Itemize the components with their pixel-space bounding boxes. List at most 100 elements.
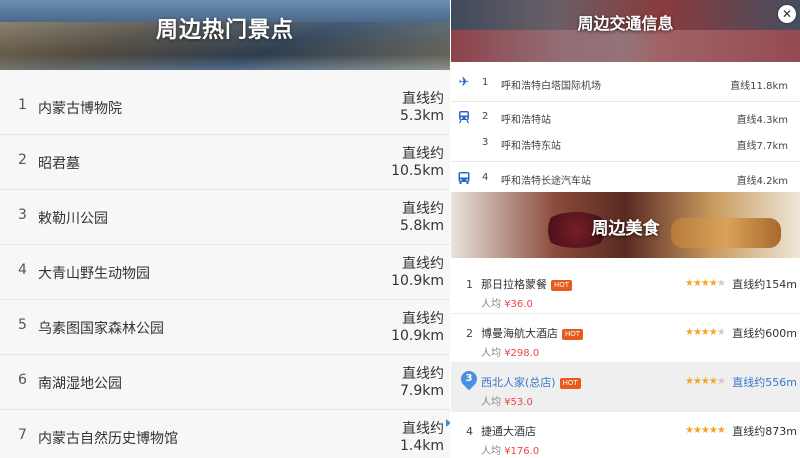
food-title: 周边美食 [591,219,660,239]
price-prefix: 人均 [481,299,501,310]
price-value: ¥36.0 [504,299,533,310]
distance-label: 直线约 [402,91,444,107]
restaurant-name-wrap[interactable]: 捷通大酒店 [481,423,536,439]
restaurant-row-selected[interactable]: 3 西北人家(总店) HOT 人均 ¥53.0 ★★★★★ 直线约556m [451,363,800,412]
attraction-distance: 5.3km [399,108,444,124]
restaurant-number: 1 [466,278,473,291]
traffic-name[interactable]: 呼和浩特站 [501,111,551,126]
distance-label: 直线约 [402,311,444,327]
traffic-distance: 直线4.2km [736,176,788,187]
rating-stars: ★★★★★ [685,327,726,338]
traffic-header: 周边交通信息 [451,0,800,62]
distance-label: 直线约 [402,421,444,437]
attraction-row[interactable]: 2 昭君墓 直线约 10.5km [0,135,450,190]
distance-label: 直线约 [402,146,444,162]
attraction-distance: 7.9km [399,383,444,399]
price-value: ¥53.0 [504,397,533,408]
traffic-name[interactable]: 呼和浩特长途汽车站 [501,172,591,187]
distance-label: 直线约 [402,366,444,382]
restaurant-row[interactable]: 2 博曼海航大酒店 HOT 人均 ¥298.0 ★★★★★ 直线约600m [451,314,800,363]
price-prefix: 人均 [481,446,501,457]
traffic-name[interactable]: 呼和浩特白塔国际机场 [501,77,601,92]
pin-number: 3 [465,373,473,384]
attraction-row[interactable]: 6 南湖湿地公园 直线约 7.9km [0,355,450,410]
attractions-title: 周边热门景点 [155,18,294,43]
restaurant-name-wrap[interactable]: 那日拉格蒙餐 HOT [481,276,573,292]
restaurant-name-wrap[interactable]: 西北人家(总店) HOT [481,374,581,390]
attraction-number: 5 [18,317,27,333]
price-value: ¥298.0 [504,348,540,359]
restaurant-name[interactable]: 那日拉格蒙餐 [481,278,547,291]
attraction-row[interactable]: 3 敕勒川公园 直线约 5.8km [0,190,450,245]
food-header: 周边美食 [451,192,800,258]
attraction-number: 2 [18,152,27,168]
price-prefix: 人均 [481,348,501,359]
attraction-name[interactable]: 南湖湿地公园 [38,373,122,393]
attractions-header: 周边热门景点 [0,0,450,70]
restaurant-price: 人均 ¥53.0 [481,393,533,408]
airplane-icon: ✈ [458,75,470,90]
traffic-number: 4 [482,172,489,183]
traffic-distance: 直线4.3km [736,115,788,126]
attraction-row[interactable]: 4 大青山野生动物园 直线约 10.9km [0,245,450,300]
attraction-name[interactable]: 内蒙古自然历史博物馆 [38,428,178,448]
rating-stars: ★★★★★ [685,278,726,289]
train-icon [457,110,471,124]
restaurant-distance: 直线约556m [732,376,797,389]
restaurant-price: 人均 ¥176.0 [481,442,539,457]
hot-badge: HOT [562,329,584,340]
divider [451,161,800,162]
restaurant-name[interactable]: 西北人家(总店) [481,376,556,389]
restaurant-row[interactable]: 1 那日拉格蒙餐 HOT 人均 ¥36.0 ★★★★★ 直线约154m [451,265,800,314]
attraction-row[interactable]: 1 内蒙古博物院 直线约 5.3km [0,80,450,135]
attraction-name[interactable]: 内蒙古博物院 [38,98,122,118]
close-button[interactable]: ✕ [778,5,796,23]
traffic-distance: 直线11.8km [730,81,788,92]
traffic-name[interactable]: 呼和浩特东站 [501,137,561,152]
restaurant-name-wrap[interactable]: 博曼海航大酒店 HOT [481,325,584,341]
attraction-row[interactable]: 5 乌素图国家森林公园 直线约 10.9km [0,300,450,355]
rating-stars: ★★★★★ [685,376,726,387]
attraction-name[interactable]: 大青山野生动物园 [38,263,150,283]
traffic-row[interactable]: 2 呼和浩特站 直线4.3km [451,105,800,131]
traffic-number: 1 [482,77,489,88]
header-street-image [451,30,800,62]
attraction-number: 4 [18,262,27,278]
restaurant-name[interactable]: 捷通大酒店 [481,425,536,438]
distance-label: 直线约 [402,201,444,217]
attraction-name[interactable]: 乌素图国家森林公园 [38,318,164,338]
restaurant-number: 4 [466,425,473,438]
restaurant-distance: 直线约154m [732,278,797,291]
traffic-number: 2 [482,111,489,122]
attraction-number: 3 [18,207,27,223]
traffic-number: 3 [482,137,489,148]
attraction-distance: 10.9km [391,328,444,344]
traffic-row[interactable]: 4 呼和浩特长途汽车站 直线4.2km [451,166,800,192]
traffic-row[interactable]: ✈ 1 呼和浩特白塔国际机场 直线11.8km [451,71,800,97]
restaurant-row[interactable]: 4 捷通大酒店 人均 ¥176.0 ★★★★★ 直线约873m [451,412,800,458]
restaurant-number: 2 [466,327,473,340]
restaurant-name[interactable]: 博曼海航大酒店 [481,327,558,340]
attraction-name[interactable]: 敕勒川公园 [38,208,108,228]
traffic-title: 周边交通信息 [577,14,674,33]
attraction-number: 1 [18,97,27,113]
hot-badge: HOT [551,280,573,291]
attraction-distance: 1.4km [399,438,444,454]
map-pin-icon: 3 [457,367,481,391]
distance-label: 直线约 [402,256,444,272]
bus-icon [457,171,471,185]
restaurant-price: 人均 ¥298.0 [481,344,539,359]
hot-badge: HOT [559,378,581,389]
info-panel: 周边交通信息 ✕ ✈ 1 呼和浩特白塔国际机场 直线11.8km 2 呼和浩特站… [451,0,800,458]
pointer-arrow-icon [446,419,450,427]
attraction-distance: 10.9km [391,273,444,289]
rating-stars: ★★★★★ [685,425,726,436]
attraction-distance: 5.8km [399,218,444,234]
attractions-list: 1 内蒙古博物院 直线约 5.3km 2 昭君墓 直线约 10.5km 3 敕勒… [0,80,450,458]
attraction-row[interactable]: 7 内蒙古自然历史博物馆 直线约 1.4km [0,410,450,458]
traffic-row[interactable]: 3 呼和浩特东站 直线7.7km [451,131,800,157]
attraction-name[interactable]: 昭君墓 [38,153,80,173]
attractions-panel: 周边热门景点 1 内蒙古博物院 直线约 5.3km 2 昭君墓 直线约 10.5… [0,0,450,458]
restaurant-price: 人均 ¥36.0 [481,295,533,310]
price-prefix: 人均 [481,397,501,408]
